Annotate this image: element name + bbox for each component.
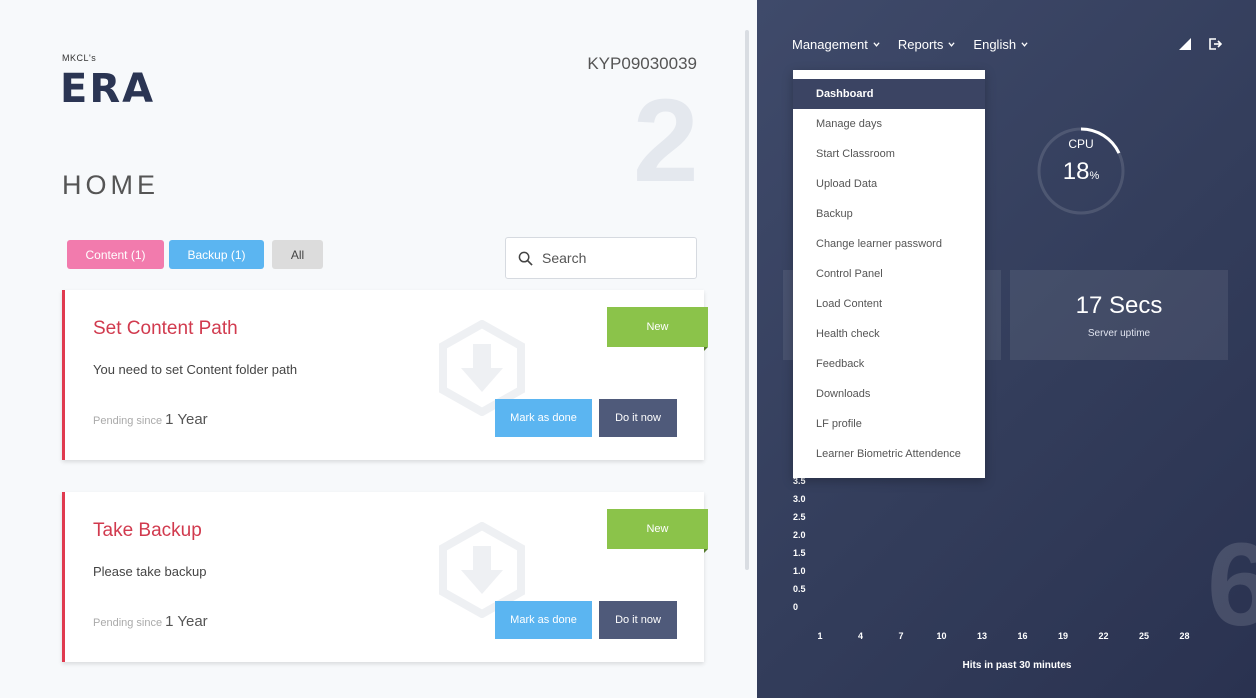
y-tick: 2.0 [793, 530, 806, 540]
y-tick: 0 [793, 602, 799, 612]
brand-logo[interactable]: ERA [60, 66, 155, 112]
new-badge: New [607, 307, 708, 351]
centre-code: KYP09030039 [587, 54, 697, 73]
task-card-take-backup: Take Backup Please take backup Pending s… [62, 492, 708, 662]
nav-reports-label: Reports [897, 37, 944, 52]
task-title: Take Backup [93, 520, 202, 541]
filter-content-button[interactable]: Content (1) [67, 240, 164, 269]
page-title: HOME [62, 170, 159, 200]
menu-item-load-content[interactable]: Load Content [793, 289, 985, 319]
menu-item-backup[interactable]: Backup [793, 199, 985, 229]
y-tick: 3.0 [793, 494, 806, 504]
decor-number: 6 [1207, 519, 1256, 651]
menu-item-start-classroom[interactable]: Start Classroom [793, 139, 985, 169]
cpu-number: 18 [1062, 158, 1090, 185]
pending-value: 1 Year [165, 411, 208, 428]
brand-prefix: MKCL's [62, 53, 97, 63]
hits-chart-x-axis: 1 4 7 10 13 16 19 22 25 28 [757, 631, 1256, 645]
search-box [505, 237, 697, 279]
x-tick: 19 [1057, 631, 1069, 641]
nav-language-label: English [973, 37, 1017, 52]
nav-reports[interactable]: Reports [898, 37, 956, 52]
filter-backup-button[interactable]: Backup (1) [169, 240, 264, 269]
nav-management-label: Management [792, 37, 868, 52]
do-it-now-button[interactable]: Do it now [599, 399, 677, 437]
x-tick: 4 [857, 631, 864, 641]
pending-label: Pending since [93, 415, 163, 427]
management-dropdown-menu: Dashboard Manage days Start Classroom Uploa… [793, 70, 985, 478]
task-card-content-path: Set Content Path You need to set Content… [62, 290, 708, 460]
menu-item-manage-days[interactable]: Manage days [793, 109, 985, 139]
do-it-now-button[interactable]: Do it now [599, 601, 677, 639]
y-tick: 0.5 [793, 584, 806, 594]
menu-item-change-learner-password[interactable]: Change learner password [793, 229, 985, 259]
logout-icon[interactable] [1208, 37, 1222, 51]
x-tick: 10 [936, 631, 947, 641]
menu-item-feedback[interactable]: Feedback [793, 349, 985, 379]
top-nav: Management Reports English [792, 37, 1028, 52]
menu-item-learner-biometric-attendence[interactable]: Learner Biometric Attendence [793, 439, 985, 469]
filter-all-button[interactable]: All [272, 240, 323, 269]
decor-number: 2 [633, 75, 699, 207]
mark-as-done-button[interactable]: Mark as done [495, 601, 592, 639]
pending-since: Pending since 1 Year [93, 613, 208, 630]
scrollbar[interactable] [745, 30, 749, 570]
x-tick: 28 [1179, 631, 1190, 641]
cpu-label: CPU [1068, 137, 1094, 151]
hits-chart-x-label: Hits in past 30 minutes [962, 660, 1072, 671]
new-badge: New [607, 509, 708, 553]
nav-management[interactable]: Management [792, 37, 880, 52]
x-tick: 7 [898, 631, 904, 641]
menu-item-health-check[interactable]: Health check [793, 319, 985, 349]
y-tick: 1.0 [793, 566, 806, 576]
top-icons [1178, 37, 1222, 51]
x-tick: 16 [1017, 631, 1028, 641]
search-icon [518, 251, 533, 266]
pending-value: 1 Year [165, 613, 208, 630]
x-tick: 1 [817, 631, 823, 641]
pending-since: Pending since 1 Year [93, 411, 208, 428]
y-tick: 2.5 [793, 512, 806, 522]
chevron-down-icon [1021, 42, 1028, 47]
chevron-down-icon [873, 42, 880, 47]
task-description: Please take backup [93, 564, 207, 579]
pending-label: Pending since [93, 617, 163, 629]
y-tick: 1.5 [793, 548, 806, 558]
menu-item-downloads[interactable]: Downloads [793, 379, 985, 409]
uptime-label: Server uptime [1087, 328, 1151, 339]
x-tick: 13 [976, 631, 988, 641]
search-input[interactable] [542, 250, 692, 266]
server-uptime-card: 17 Secs Server uptime [1010, 270, 1228, 360]
mark-as-done-button[interactable]: Mark as done [495, 399, 592, 437]
cpu-value: 18% [1035, 158, 1127, 186]
task-title: Set Content Path [93, 318, 238, 339]
task-description: You need to set Content folder path [93, 362, 298, 377]
nav-language[interactable]: English [973, 37, 1028, 52]
home-panel: MKCL's ERA KYP09030039 2 HOME Content (1… [0, 0, 757, 698]
chevron-down-icon [948, 42, 956, 47]
signal-icon[interactable] [1178, 37, 1192, 51]
x-tick: 25 [1138, 631, 1150, 641]
menu-item-lf-profile[interactable]: LF profile [793, 409, 985, 439]
menu-item-control-panel[interactable]: Control Panel [793, 259, 985, 289]
x-tick: 22 [1098, 631, 1109, 641]
menu-item-dashboard[interactable]: Dashboard [793, 79, 985, 109]
menu-item-upload-data[interactable]: Upload Data [793, 169, 985, 199]
cpu-unit: % [1089, 170, 1100, 182]
uptime-value: 17 Secs [1075, 292, 1163, 319]
